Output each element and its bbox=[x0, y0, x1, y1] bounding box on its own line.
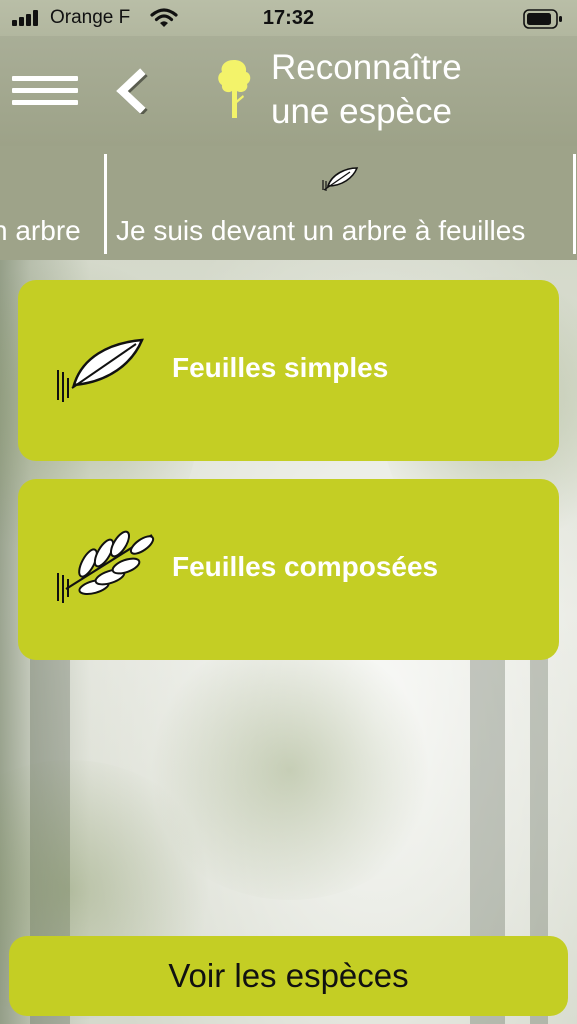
clock: 17:32 bbox=[262, 7, 315, 29]
menu-icon[interactable] bbox=[12, 76, 78, 106]
app-header: Reconnaître une espèce bbox=[0, 36, 577, 146]
status-bar: Orange F 17:32 bbox=[0, 0, 577, 36]
leaf-icon bbox=[322, 167, 359, 191]
breadcrumb-separator bbox=[104, 154, 107, 254]
compound-leaves-label: Feuilles composées bbox=[172, 551, 439, 582]
simple-leaves-label: Feuilles simples bbox=[172, 352, 389, 383]
battery-icon bbox=[523, 9, 562, 29]
tree-icon bbox=[218, 60, 251, 118]
see-species-button[interactable]: Voir les espèces bbox=[9, 936, 568, 1016]
breadcrumb-previous[interactable]: n arbre bbox=[0, 215, 81, 247]
compound-leaf-icon bbox=[57, 530, 155, 603]
breadcrumb-separator bbox=[573, 154, 576, 254]
simple-leaves-card[interactable]: Feuilles simples bbox=[18, 280, 559, 461]
compound-leaves-card[interactable]: Feuilles composées bbox=[18, 479, 559, 660]
breadcrumb: n arbre Je suis devant un arbre à feuill… bbox=[0, 146, 577, 260]
breadcrumb-current[interactable]: Je suis devant un arbre à feuilles bbox=[116, 215, 525, 247]
back-chevron-icon[interactable] bbox=[110, 68, 150, 114]
page-title: Reconnaître une espèce bbox=[271, 48, 462, 131]
simple-leaf-icon bbox=[57, 338, 144, 402]
